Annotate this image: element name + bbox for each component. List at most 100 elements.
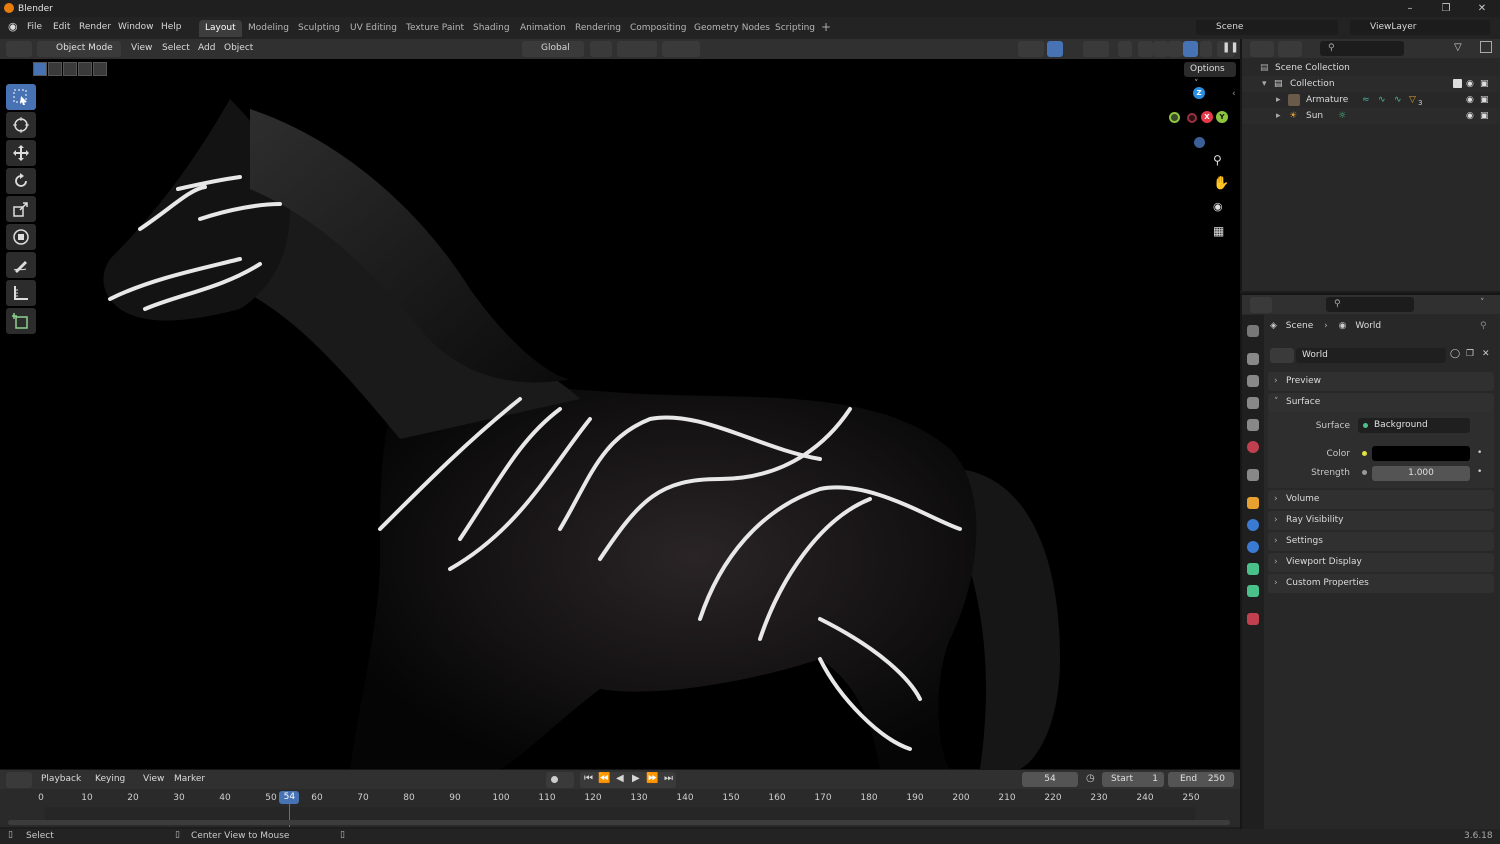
gizmo-z-axis[interactable]: Z xyxy=(1193,87,1205,99)
outliner-row-collection[interactable]: ▾ ▤ Collection ◉ ▣ xyxy=(1242,76,1500,92)
zoom-view-icon[interactable]: ⚲ xyxy=(1213,153,1222,167)
pivot-point-button[interactable] xyxy=(590,41,612,57)
exclude-checkbox-icon[interactable] xyxy=(1453,79,1462,88)
minimize-button[interactable]: – xyxy=(1392,0,1428,17)
object-data-tab-icon[interactable] xyxy=(1247,563,1259,575)
playhead-frame-indicator[interactable]: 54 xyxy=(279,791,300,804)
gizmo-neg-y-axis[interactable] xyxy=(1169,112,1180,123)
outliner-editor-type[interactable] xyxy=(1250,41,1274,57)
menu-window[interactable]: Window xyxy=(118,22,154,32)
panel-custom-properties[interactable]: › Custom Properties xyxy=(1268,574,1494,593)
viewlayer-selector[interactable]: ViewLayer xyxy=(1350,20,1490,35)
select-mode-subtract[interactable] xyxy=(63,62,77,76)
material-shading-button[interactable] xyxy=(1168,41,1183,57)
pan-hand-icon[interactable]: ✋ xyxy=(1213,176,1229,191)
duplicate-icon[interactable]: ❐ xyxy=(1466,349,1474,359)
pause-render-button[interactable]: ❚❚ xyxy=(1217,41,1239,57)
annotate-tool[interactable] xyxy=(6,252,36,278)
filter-icon[interactable]: ▽ xyxy=(1454,42,1462,53)
gizmo-x-axis[interactable]: X xyxy=(1201,111,1213,123)
collection-tab-icon[interactable] xyxy=(1247,469,1259,481)
texture-tab-icon[interactable] xyxy=(1247,613,1259,625)
timeline-scrollbar[interactable] xyxy=(8,820,1230,825)
expand-chevron-icon[interactable]: ▾ xyxy=(1262,76,1267,92)
expand-chevron-icon[interactable]: ▸ xyxy=(1276,108,1281,124)
viewport-menu-view[interactable]: View xyxy=(131,43,152,53)
scene-selector[interactable]: Scene xyxy=(1196,20,1338,35)
play-reverse-icon[interactable]: ◀ xyxy=(616,773,624,784)
select-box-tool[interactable] xyxy=(6,84,36,110)
surface-shader-dropdown[interactable]: Background xyxy=(1358,418,1470,433)
measure-tool[interactable] xyxy=(6,280,36,306)
next-keyframe-icon[interactable]: ⏩ xyxy=(646,773,658,784)
eye-visibility-icon[interactable]: ◉ xyxy=(1466,76,1474,92)
transform-tool[interactable] xyxy=(6,224,36,250)
outliner-row-sun[interactable]: ▸ ☀ Sun ☼ ◉ ▣ xyxy=(1242,108,1500,124)
tab-modeling[interactable]: Modeling xyxy=(242,20,295,37)
unlink-close-icon[interactable]: ✕ xyxy=(1482,349,1490,359)
viewport-menu-select[interactable]: Select xyxy=(162,43,190,53)
gizmo-neg-x-axis[interactable] xyxy=(1187,113,1197,123)
move-tool[interactable] xyxy=(6,140,36,166)
properties-editor-type[interactable] xyxy=(1250,297,1272,313)
menu-edit[interactable]: Edit xyxy=(53,22,70,32)
eye-visibility-icon[interactable]: ◉ xyxy=(1466,108,1474,124)
bone-tab-icon[interactable] xyxy=(1247,585,1259,597)
view-layer-tab-icon[interactable] xyxy=(1247,397,1259,409)
camera-render-icon[interactable]: ▣ xyxy=(1480,108,1489,124)
transform-orientation-dropdown[interactable]: Global xyxy=(522,41,584,57)
world-browse-button[interactable] xyxy=(1270,348,1294,363)
snapping-button[interactable] xyxy=(617,41,657,57)
camera-render-icon[interactable]: ▣ xyxy=(1480,92,1489,108)
scale-tool[interactable] xyxy=(6,196,36,222)
rendered-shading-button[interactable] xyxy=(1183,41,1198,57)
rotate-tool[interactable] xyxy=(6,168,36,194)
select-mode-new[interactable] xyxy=(33,62,47,76)
physics-tab-icon[interactable] xyxy=(1247,541,1259,553)
panel-preview[interactable]: › Preview xyxy=(1268,372,1494,391)
outliner-row-scene-collection[interactable]: ▤ Scene Collection xyxy=(1242,60,1500,76)
render-tab-icon[interactable] xyxy=(1247,353,1259,365)
cursor-tool[interactable] xyxy=(6,112,36,138)
tab-texture-paint[interactable]: Texture Paint xyxy=(400,20,470,37)
tab-animation[interactable]: Animation xyxy=(514,20,572,37)
select-mode-extend[interactable] xyxy=(48,62,62,76)
tab-compositing[interactable]: Compositing xyxy=(624,20,692,37)
editor-type-button[interactable] xyxy=(6,41,32,57)
keyframe-dot-icon[interactable]: • xyxy=(1477,467,1482,477)
xray-toggle[interactable] xyxy=(1118,41,1132,57)
3d-viewport[interactable] xyxy=(0,59,1240,769)
modifier-tab-icon[interactable] xyxy=(1247,519,1259,531)
tab-shading[interactable]: Shading xyxy=(467,20,516,37)
timeline-editor-type[interactable] xyxy=(6,772,32,788)
timeline-menu-playback[interactable]: Playback xyxy=(41,774,81,784)
auto-keying-button[interactable] xyxy=(546,772,574,788)
object-mode-dropdown[interactable]: Object Mode xyxy=(37,41,121,57)
end-frame-field[interactable]: End 250 xyxy=(1168,772,1234,787)
panel-viewport-display[interactable]: › Viewport Display xyxy=(1268,553,1494,572)
viewport-options-dropdown[interactable]: Options ˅ xyxy=(1184,62,1236,89)
gizmo-toggle[interactable] xyxy=(1047,41,1063,57)
proportional-editing-button[interactable] xyxy=(662,41,700,57)
add-workspace-button[interactable]: + xyxy=(821,20,831,34)
maximize-button[interactable]: ❐ xyxy=(1428,0,1464,17)
outliner-search-input[interactable]: ⚲ xyxy=(1320,41,1404,56)
viewport-menu-object[interactable]: Object xyxy=(224,43,253,53)
menu-render[interactable]: Render xyxy=(79,22,111,32)
panel-surface[interactable]: ˅ Surface xyxy=(1268,393,1494,412)
start-frame-field[interactable]: Start 1 xyxy=(1102,772,1164,787)
select-mode-intersect[interactable] xyxy=(93,62,107,76)
tab-uv-editing[interactable]: UV Editing xyxy=(344,20,403,37)
solid-shading-button[interactable] xyxy=(1153,41,1168,57)
timeline-menu-keying[interactable]: Keying xyxy=(95,774,125,784)
sidebar-toggle-icon[interactable]: ‹ xyxy=(1232,89,1236,99)
keyframe-dot-icon[interactable]: • xyxy=(1477,448,1482,458)
jump-start-icon[interactable]: ⏮ xyxy=(584,773,593,784)
outliner-display-mode[interactable] xyxy=(1278,41,1302,57)
add-cube-tool[interactable] xyxy=(6,308,36,334)
preview-range-clock-icon[interactable]: ◷ xyxy=(1086,773,1095,784)
strength-field[interactable]: 1.000 xyxy=(1372,466,1470,481)
tab-geometry-nodes[interactable]: Geometry Nodes xyxy=(688,20,776,37)
timeline-menu-marker[interactable]: Marker xyxy=(174,774,205,784)
camera-render-icon[interactable]: ▣ xyxy=(1480,76,1489,92)
